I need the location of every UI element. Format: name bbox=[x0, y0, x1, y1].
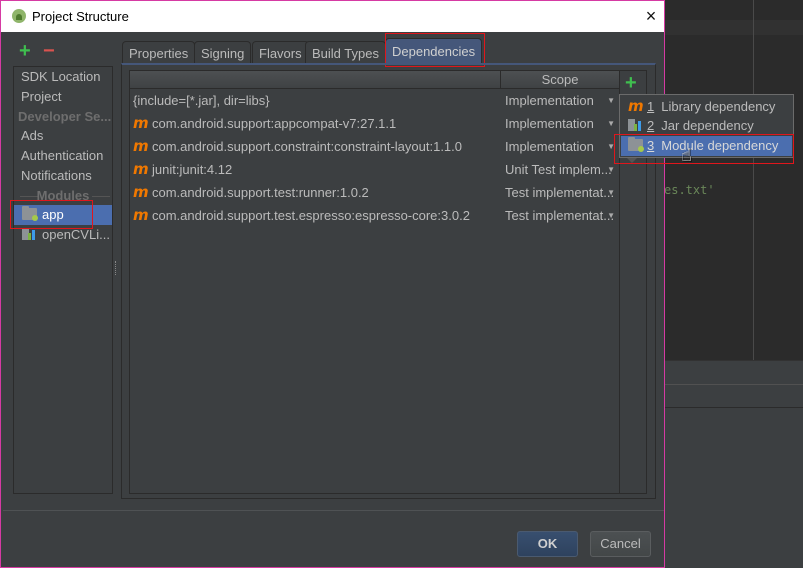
menu-item-label: Library dependency bbox=[661, 99, 776, 114]
menu-item-label: Module dependency bbox=[661, 138, 779, 153]
scope-value: Implementation bbox=[505, 139, 594, 154]
maven-icon: m bbox=[628, 97, 644, 115]
library-module-icon bbox=[22, 228, 37, 240]
chevron-down-icon: ▼ bbox=[607, 142, 615, 151]
maven-icon: m bbox=[133, 206, 149, 224]
dependencies-table: Scope {include=[*.jar], dir=libs} Implem… bbox=[129, 70, 620, 494]
tab-dependencies[interactable]: Dependencies bbox=[385, 38, 483, 64]
jar-icon bbox=[628, 119, 643, 131]
sidebar-item-opencv-library[interactable]: openCVLi... bbox=[14, 225, 112, 245]
dependency-name: com.android.support.test:runner:1.0.2 bbox=[152, 185, 369, 200]
dependency-name: {include=[*.jar], dir=libs} bbox=[133, 93, 270, 108]
sidebar-separator-modules: Modules bbox=[14, 186, 112, 206]
sidebar-item-notifications[interactable]: Notifications bbox=[14, 166, 112, 186]
scope-value: Test implementat... bbox=[505, 185, 615, 200]
footer-divider bbox=[3, 510, 664, 511]
scope-value: Implementation bbox=[505, 93, 594, 108]
background-editor-margin-line bbox=[753, 0, 754, 360]
scope-dropdown[interactable]: Implementation ▼ bbox=[505, 89, 617, 112]
cancel-button[interactable]: Cancel bbox=[590, 531, 651, 557]
add-dependency-button[interactable]: + bbox=[625, 72, 637, 94]
scope-value: Test implementat... bbox=[505, 208, 615, 223]
menu-item-jar-dependency[interactable]: 2 Jar dependency bbox=[621, 116, 792, 136]
add-dependency-menu: m 1 Library dependency 2 Jar dependency 3 Mo… bbox=[619, 94, 794, 158]
chevron-down-icon: ▼ bbox=[607, 119, 615, 128]
menu-item-library-dependency[interactable]: m 1 Library dependency bbox=[621, 96, 792, 116]
chevron-down-icon: ▼ bbox=[607, 96, 615, 105]
scope-dropdown[interactable]: Test implementat... ▼ bbox=[505, 181, 617, 204]
chevron-down-icon: ▼ bbox=[607, 211, 615, 220]
plus-icon: + bbox=[625, 72, 637, 94]
maven-icon: m bbox=[133, 137, 149, 155]
close-button[interactable]: × bbox=[641, 6, 661, 26]
sidebar-item-project[interactable]: Project bbox=[14, 87, 112, 107]
background-code-fragment: es.txt' bbox=[664, 183, 715, 197]
dependency-name: com.android.support.constraint:constrain… bbox=[152, 139, 463, 154]
maven-icon: m bbox=[133, 183, 149, 201]
table-row[interactable]: m junit:junit:4.12 Unit Test implem... ▼ bbox=[130, 158, 619, 181]
popup-pointer bbox=[627, 158, 637, 163]
splitter-handle[interactable] bbox=[115, 261, 117, 275]
sidebar: SDK Location Project Developer Se... Ads… bbox=[13, 66, 113, 494]
mnemonic: 1 bbox=[647, 99, 655, 114]
dependency-name: com.android.support:appcompat-v7:27.1.1 bbox=[152, 116, 397, 131]
table-row[interactable]: m com.android.support.constraint:constrai… bbox=[130, 135, 619, 158]
module-folder-icon bbox=[628, 137, 644, 152]
column-header-scope[interactable]: Scope bbox=[500, 71, 619, 89]
dependency-name: com.android.support.test.espresso:espres… bbox=[152, 208, 470, 223]
background-lower-panel bbox=[664, 408, 803, 568]
project-structure-dialog: Project Structure × + − SDK Location Pro… bbox=[0, 0, 665, 568]
minus-icon: − bbox=[43, 40, 55, 62]
sidebar-item-app[interactable]: app bbox=[14, 205, 112, 225]
chevron-down-icon: ▼ bbox=[607, 188, 615, 197]
sidebar-item-label: app bbox=[42, 207, 64, 222]
table-row[interactable]: {include=[*.jar], dir=libs} Implementati… bbox=[130, 89, 619, 112]
modules-label: Modules bbox=[36, 188, 90, 203]
dependency-name: junit:junit:4.12 bbox=[152, 162, 233, 177]
scope-dropdown[interactable]: Implementation ▼ bbox=[505, 112, 617, 135]
scope-dropdown[interactable]: Implementation ▼ bbox=[505, 135, 617, 158]
close-icon: × bbox=[645, 6, 657, 26]
scope-dropdown[interactable]: Test implementat... ▼ bbox=[505, 204, 617, 227]
remove-module-button[interactable]: − bbox=[43, 41, 55, 61]
plus-icon: + bbox=[19, 40, 31, 62]
sidebar-header-developer-services: Developer Se... bbox=[18, 109, 112, 124]
background-panel-strip bbox=[664, 360, 803, 384]
scope-value: Implementation bbox=[505, 116, 594, 131]
sidebar-item-ads[interactable]: Ads bbox=[14, 126, 112, 146]
background-panel-strip bbox=[664, 384, 803, 408]
menu-item-label: Jar dependency bbox=[661, 118, 754, 133]
menu-item-module-dependency[interactable]: 3 Module dependency bbox=[621, 136, 792, 156]
dialog-title: Project Structure bbox=[32, 9, 129, 24]
tab-properties[interactable]: Properties bbox=[122, 41, 196, 64]
table-row[interactable]: m com.android.support:appcompat-v7:27.1.1… bbox=[130, 112, 619, 135]
table-header: Scope bbox=[130, 71, 619, 89]
background-editor-line-highlight bbox=[664, 20, 803, 35]
mnemonic: 2 bbox=[647, 118, 655, 133]
tab-build-types[interactable]: Build Types bbox=[305, 41, 386, 64]
ok-button[interactable]: OK bbox=[517, 531, 578, 557]
sidebar-item-authentication[interactable]: Authentication bbox=[14, 146, 112, 166]
mnemonic: 3 bbox=[647, 138, 655, 153]
table-row[interactable]: m com.android.support.test.espresso:espre… bbox=[130, 204, 619, 227]
title-bar: Project Structure × bbox=[1, 1, 664, 32]
sidebar-item-sdk-location[interactable]: SDK Location bbox=[14, 67, 112, 87]
table-row[interactable]: m com.android.support.test:runner:1.0.2 T… bbox=[130, 181, 619, 204]
scope-dropdown[interactable]: Unit Test implem... ▼ bbox=[505, 158, 617, 181]
android-studio-icon bbox=[12, 9, 26, 23]
maven-icon: m bbox=[133, 114, 149, 132]
tab-flavors[interactable]: Flavors bbox=[252, 41, 309, 64]
sidebar-item-label: openCVLi... bbox=[42, 227, 110, 242]
tab-signing[interactable]: Signing bbox=[194, 41, 252, 64]
module-folder-icon bbox=[22, 206, 38, 221]
scope-value: Unit Test implem... bbox=[505, 162, 612, 177]
add-module-button[interactable]: + bbox=[19, 41, 31, 61]
maven-icon: m bbox=[133, 160, 149, 178]
chevron-down-icon: ▼ bbox=[607, 165, 615, 174]
